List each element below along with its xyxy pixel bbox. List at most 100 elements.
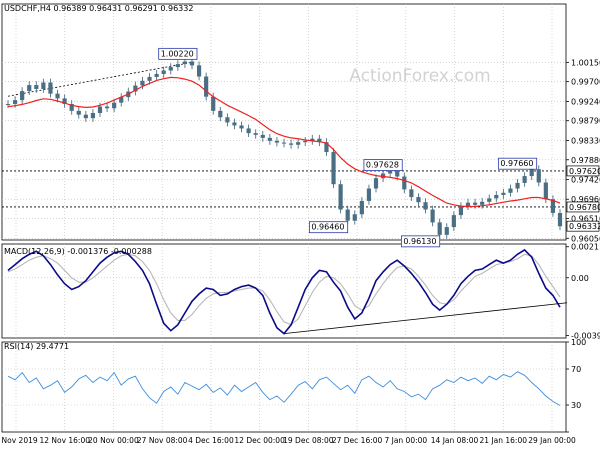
candle-body-27 <box>196 65 202 77</box>
candle-body-70 <box>501 192 506 195</box>
chart-svg: ActionForex.com 5 Nov 201912 Nov 16:0020… <box>0 3 600 445</box>
hline-tag-1: 0.96780 <box>569 203 600 212</box>
candle-body-74 <box>529 169 534 177</box>
price-y-tick-label-3: 0.98790 <box>571 117 600 126</box>
candle-body-12 <box>90 112 96 119</box>
x-tick-label-7: 27 Dec 16:00 <box>332 436 383 445</box>
price-y-tick-label-4: 0.98330 <box>571 136 600 145</box>
candle-body-69 <box>494 194 499 199</box>
hline-tag-0: 0.97620 <box>569 167 600 176</box>
x-tick-label-6: 19 Dec 08:00 <box>283 436 334 445</box>
macd-y-tick-label-0: 0.002113 <box>571 243 600 252</box>
candle-body-37 <box>267 137 272 141</box>
candle-body-25 <box>182 61 188 65</box>
candle-body-56 <box>402 176 407 190</box>
candle-body-47 <box>338 184 343 210</box>
price-y-tick-label-1: 0.99700 <box>571 78 600 87</box>
x-tick-label-0: 5 Nov 2019 <box>0 436 38 445</box>
annotation-label-1: 0.97628 <box>366 161 399 170</box>
candle-body-60 <box>430 209 435 223</box>
candle-body-19 <box>140 80 145 86</box>
rsi-y-tick-label-0: 100 <box>571 338 586 347</box>
candle-body-36 <box>260 134 265 138</box>
candle-body-59 <box>423 202 428 210</box>
candle-body-33 <box>239 125 244 129</box>
rsi-panel-frame <box>1 341 567 433</box>
macd-panel-header: MACD(12,26,9) -0.001376 -0.000288 <box>4 247 152 256</box>
price-y-tick-label-6: 0.97420 <box>571 175 600 184</box>
rsi-y-tick-label-2: 30 <box>571 401 581 410</box>
candle-body-71 <box>508 188 513 193</box>
x-tick-label-2: 20 Nov 00:00 <box>88 436 139 445</box>
candle-body-64 <box>458 206 464 216</box>
candle-body-30 <box>218 110 223 118</box>
rsi-panel-header: RSI(14) 29.4771 <box>4 342 69 351</box>
candle-body-32 <box>232 122 237 126</box>
candle-body-39 <box>281 142 287 144</box>
candle-body-13 <box>97 106 103 113</box>
x-tick-label-9: 14 Jan 08:00 <box>431 436 479 445</box>
watermark: ActionForex.com <box>349 66 490 86</box>
macd-signal-line <box>7 253 561 326</box>
candle-body-65 <box>465 202 471 207</box>
annotation-label-2: 0.97660 <box>500 159 533 168</box>
candle-body-3 <box>27 85 32 92</box>
candle-body-11 <box>83 114 88 119</box>
macd-y-tick-label-1: 0.00 <box>571 274 589 283</box>
x-tick-label-4: 4 Dec 16:00 <box>188 436 234 445</box>
candle-body-50 <box>359 200 364 215</box>
x-tick-label-11: 29 Jan 00:00 <box>528 436 576 445</box>
candle-body-14 <box>104 106 110 109</box>
macd-trendline <box>283 302 568 334</box>
candle-body-49 <box>352 214 357 221</box>
candle-body-38 <box>274 140 280 143</box>
candle-body-29 <box>211 96 216 111</box>
candle-body-2 <box>20 91 25 101</box>
candle-body-48 <box>345 209 350 221</box>
x-tick-label-8: 7 Jan 00:00 <box>384 436 427 445</box>
rsi-line <box>7 371 561 406</box>
price-y-tick-label-0: 1.00150 <box>571 58 600 67</box>
x-tick-label-3: 27 Nov 08:00 <box>137 436 188 445</box>
candle-body-51 <box>366 188 372 201</box>
candle-body-28 <box>204 76 209 97</box>
candle-body-23 <box>168 67 173 71</box>
candle-body-4 <box>34 85 39 89</box>
last-price-tag: 0.96332 <box>569 222 600 231</box>
annotation-label-3: 0.96460 <box>311 223 344 232</box>
candle-body-35 <box>253 133 258 135</box>
candle-body-1 <box>12 100 18 104</box>
candle-body-0 <box>5 103 11 105</box>
annotation-label-0: 1.00220 <box>161 49 194 58</box>
candle-body-7 <box>55 93 60 99</box>
price-trendline <box>7 61 193 97</box>
candle-body-34 <box>246 128 251 134</box>
candle-body-67 <box>480 201 485 205</box>
candle-body-21 <box>154 73 159 77</box>
candle-body-41 <box>296 142 301 145</box>
chart-root: ActionForex.com 5 Nov 201912 Nov 16:0020… <box>0 0 600 450</box>
candle-body-61 <box>437 222 442 235</box>
candle-body-62 <box>444 227 449 235</box>
candle-body-63 <box>451 215 456 228</box>
rsi-y-tick-label-1: 70 <box>571 365 581 374</box>
macd-panel-frame <box>1 243 567 339</box>
candle-body-10 <box>76 110 81 115</box>
price-panel-header: USDCHF,H4 0.96389 0.96431 0.96291 0.9633… <box>4 4 193 13</box>
candle-body-75 <box>536 169 541 183</box>
candle-body-5 <box>41 82 46 89</box>
candle-body-73 <box>522 176 527 183</box>
x-tick-label-5: 12 Dec 00:00 <box>234 436 285 445</box>
candle-body-58 <box>416 197 421 203</box>
candle-body-6 <box>48 82 53 94</box>
candle-body-46 <box>331 152 336 185</box>
candle-body-55 <box>395 170 400 177</box>
x-tick-label-10: 21 Jan 16:00 <box>480 436 528 445</box>
candle-body-31 <box>225 117 230 123</box>
annotation-label-4: 0.96130 <box>403 237 436 246</box>
price-y-tick-label-2: 0.99240 <box>571 97 600 106</box>
candle-body-15 <box>112 102 117 109</box>
candle-body-20 <box>147 76 152 81</box>
candle-body-66 <box>472 202 478 205</box>
price-y-tick-label-5: 0.97880 <box>571 156 600 165</box>
